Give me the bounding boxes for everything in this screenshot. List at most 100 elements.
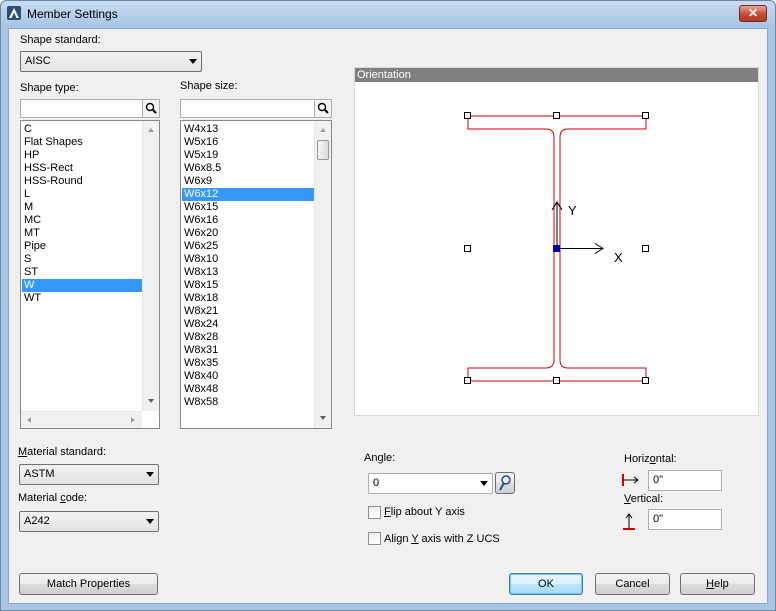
scroll-up-icon[interactable] — [320, 128, 326, 132]
shape-type-item[interactable]: S — [22, 253, 142, 266]
shape-type-item[interactable]: W — [22, 279, 142, 292]
shape-standard-label: Shape standard: — [20, 34, 101, 46]
scroll-right-icon[interactable] — [131, 417, 135, 423]
help-button[interactable]: Help — [680, 573, 755, 595]
flip-y-label[interactable]: Flip about Y axis — [384, 506, 465, 518]
align-y-checkbox[interactable] — [368, 532, 381, 545]
shape-size-item[interactable]: W6x16 — [182, 214, 314, 227]
dialog-body: Shape standard: AISC Shape type: C Flat S… — [8, 28, 768, 604]
shape-size-item[interactable]: W6x9 — [182, 175, 314, 188]
shape-type-item[interactable]: Pipe — [22, 240, 142, 253]
shape-size-item[interactable]: W8x10 — [182, 253, 314, 266]
match-properties-button[interactable]: Match Properties — [19, 573, 158, 595]
align-y-label[interactable]: Align Y axis with Z UCS — [384, 533, 500, 545]
shape-type-list[interactable]: C Flat Shapes HP HSS-Rect HSS-Round L M MC MT Pip… — [20, 120, 160, 429]
shape-size-item[interactable]: W6x8.5 — [182, 162, 314, 175]
scroll-left-icon[interactable] — [27, 417, 31, 423]
shape-type-item[interactable]: C — [22, 123, 142, 136]
material-code-label: Material code: — [18, 492, 88, 504]
shape-standard-value: AISC — [25, 55, 51, 67]
shape-type-item[interactable]: MT — [22, 227, 142, 240]
horizontal-offset-icon — [622, 474, 639, 486]
shape-type-item[interactable]: Flat Shapes — [22, 136, 142, 149]
vertical-offset-icon — [623, 513, 635, 530]
shape-size-item[interactable]: W6x25 — [182, 240, 314, 253]
horizontal-offset-input[interactable]: 0" — [648, 470, 722, 491]
shape-size-item[interactable]: W8x58 — [182, 396, 314, 409]
shape-size-item[interactable]: W8x28 — [182, 331, 314, 344]
material-standard-label: Material standard: — [18, 446, 107, 458]
scroll-thumb[interactable] — [317, 140, 329, 160]
shape-size-item[interactable]: W8x35 — [182, 357, 314, 370]
shape-standard-dropdown[interactable]: AISC — [20, 51, 202, 72]
horizontal-offset-value: 0" — [653, 474, 664, 486]
shape-size-item[interactable]: W6x20 — [182, 227, 314, 240]
shape-size-item[interactable]: W8x15 — [182, 279, 314, 292]
shape-type-item[interactable]: M — [22, 201, 142, 214]
horizontal-label: Horizontal: — [624, 453, 677, 465]
shape-type-item[interactable]: L — [22, 188, 142, 201]
shape-type-search-button[interactable] — [142, 100, 159, 117]
shape-size-search-button[interactable] — [314, 100, 331, 117]
scroll-up-icon[interactable] — [148, 128, 154, 132]
chevron-down-icon — [189, 59, 197, 64]
shape-size-item[interactable]: W5x19 — [182, 149, 314, 162]
orientation-header: Orientation — [355, 68, 758, 82]
shape-size-item[interactable]: W8x31 — [182, 344, 314, 357]
shape-type-vertical-scrollbar[interactable] — [142, 121, 159, 411]
ok-button[interactable]: OK — [509, 573, 583, 595]
material-standard-dropdown[interactable]: ASTM — [19, 464, 159, 485]
shape-size-item[interactable]: W8x21 — [182, 305, 314, 318]
shape-type-item[interactable]: ST — [22, 266, 142, 279]
shape-size-item[interactable]: W8x40 — [182, 370, 314, 383]
shape-type-item[interactable]: HSS-Rect — [22, 162, 142, 175]
shape-size-label: Shape size: — [180, 80, 238, 92]
shape-type-item[interactable]: WT — [22, 292, 142, 305]
pick-angle-icon — [499, 475, 511, 491]
scroll-down-icon[interactable] — [320, 416, 326, 420]
shape-size-item[interactable]: W8x48 — [182, 383, 314, 396]
shape-size-item[interactable]: W6x12 — [182, 188, 314, 201]
shape-type-item[interactable]: HP — [22, 149, 142, 162]
x-axis-label: X — [614, 250, 623, 265]
shape-size-item[interactable]: W8x18 — [182, 292, 314, 305]
shape-size-item[interactable]: W8x24 — [182, 318, 314, 331]
y-axis-label: Y — [568, 203, 577, 218]
angle-dropdown[interactable]: 0 — [368, 473, 493, 494]
material-code-value: A242 — [24, 515, 50, 527]
angle-label: Angle: — [364, 452, 396, 464]
chevron-down-icon — [146, 519, 154, 524]
pick-angle-button[interactable] — [495, 472, 515, 494]
material-standard-value: ASTM — [24, 468, 55, 480]
vertical-label: Vertical: — [624, 493, 664, 505]
magnifier-icon — [317, 102, 329, 114]
shape-size-item[interactable]: W6x15 — [182, 201, 314, 214]
vertical-offset-input[interactable]: 0" — [648, 509, 722, 530]
shape-type-item[interactable]: MC — [22, 214, 142, 227]
cancel-button[interactable]: Cancel — [595, 573, 670, 595]
orientation-panel[interactable]: Orientation Y X — [354, 67, 759, 416]
section-preview[interactable]: Y X — [355, 82, 758, 415]
shape-size-item[interactable]: W4x13 — [182, 123, 314, 136]
shape-size-list[interactable]: W4x13 W5x16 W5x19 W6x8.5 W6x9 W6x12 W6x15 W6x16… — [180, 120, 332, 429]
shape-type-item[interactable]: HSS-Round — [22, 175, 142, 188]
shape-size-vertical-scrollbar[interactable] — [314, 121, 331, 428]
shape-type-search-input[interactable] — [20, 99, 160, 118]
flip-y-checkbox[interactable] — [368, 506, 381, 519]
close-button[interactable]: ✕ — [739, 5, 767, 22]
shape-type-horizontal-scrollbar[interactable] — [21, 411, 142, 428]
shape-size-search-input[interactable] — [180, 99, 332, 118]
material-code-dropdown[interactable]: A242 — [19, 511, 159, 532]
shape-size-item[interactable]: W8x13 — [182, 266, 314, 279]
shape-size-item[interactable]: W5x16 — [182, 136, 314, 149]
member-settings-dialog: Member Settings ✕ Shape standard: AISC S… — [0, 0, 776, 611]
shape-type-label: Shape type: — [20, 82, 79, 94]
vertical-offset-value: 0" — [653, 513, 664, 525]
chevron-down-icon — [146, 472, 154, 477]
magnifier-icon — [145, 102, 157, 114]
autocad-logo-icon — [7, 6, 21, 20]
window-title: Member Settings — [27, 7, 118, 21]
chevron-down-icon — [480, 481, 488, 486]
title-bar[interactable]: Member Settings ✕ — [1, 1, 775, 27]
scroll-down-icon[interactable] — [148, 399, 154, 403]
